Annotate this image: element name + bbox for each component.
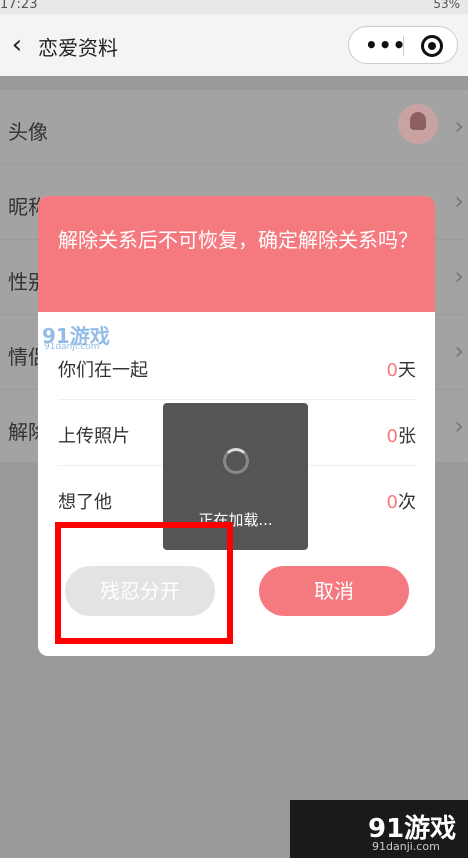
status-battery: 53% — [433, 0, 460, 11]
close-target-icon[interactable] — [421, 35, 443, 57]
more-icon[interactable]: ••• — [365, 33, 406, 57]
dialog-header: 解除关系后不可恢复，确定解除关系吗？ — [38, 196, 435, 312]
chevron-right-icon: › — [454, 412, 464, 440]
dialog-title: 解除关系后不可恢复，确定解除关系吗？ — [58, 228, 418, 252]
stat-label: 上传照片 — [58, 426, 130, 447]
list-item-avatar[interactable]: 头像 › — [0, 90, 468, 165]
capsule-divider — [403, 36, 404, 56]
stat-label: 想了他 — [58, 492, 112, 513]
loading-spinner-icon — [223, 448, 249, 474]
avatar — [398, 104, 438, 144]
page-title: 恋爱资料 — [38, 36, 118, 60]
header: ‹ 恋爱资料 ••• — [0, 14, 468, 76]
cancel-button[interactable]: 取消 — [259, 566, 409, 616]
stat-label: 你们在一起 — [58, 360, 148, 381]
stat-value: 0天 — [386, 360, 416, 381]
status-bar: 17:23 53% — [0, 0, 468, 14]
list-item-label: 头像 — [8, 120, 48, 144]
chevron-right-icon: › — [454, 112, 464, 140]
corner-watermark: 91游戏 91danji.com — [290, 800, 468, 858]
highlight-box — [55, 522, 233, 644]
stat-row-days: 你们在一起 0天 — [58, 334, 416, 400]
chevron-right-icon: › — [454, 187, 464, 215]
chevron-right-icon: › — [454, 337, 464, 365]
status-time: 17:23 — [0, 0, 38, 12]
corner-watermark-site: 91danji.com — [372, 840, 440, 853]
mini-program-capsule: ••• — [348, 26, 458, 64]
back-icon[interactable]: ‹ — [4, 30, 30, 60]
chevron-right-icon: › — [454, 262, 464, 290]
stat-value: 0张 — [386, 426, 416, 447]
stat-value: 0次 — [386, 492, 416, 513]
